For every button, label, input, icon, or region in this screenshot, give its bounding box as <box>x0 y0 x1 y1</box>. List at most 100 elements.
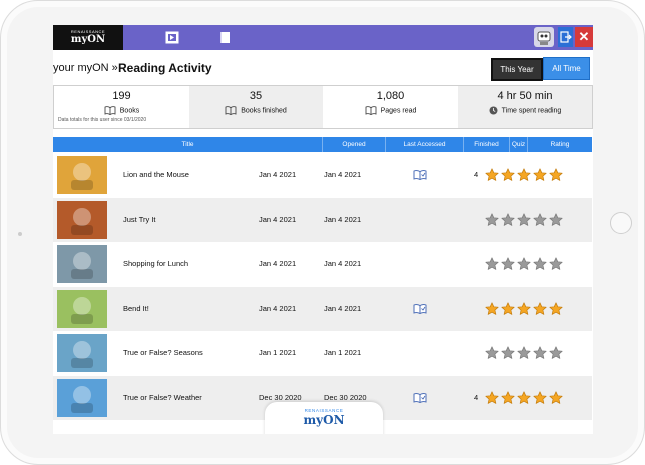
star-filled-icon[interactable] <box>533 390 547 405</box>
last-accessed-date: Jan 4 2021 <box>324 303 362 313</box>
opened-date: Jan 4 2021 <box>259 303 297 313</box>
breadcrumb[interactable]: your myON » <box>53 62 118 74</box>
star-empty-icon[interactable] <box>485 257 499 271</box>
column-header-opened[interactable]: Opened <box>323 137 386 152</box>
book-icon[interactable] <box>218 31 232 44</box>
finished-book-icon <box>413 303 427 314</box>
book-title[interactable]: True or False? Weather <box>123 376 202 420</box>
star-empty-icon[interactable] <box>533 212 547 227</box>
footer-brand-tab: RENAISSANCE myON <box>265 402 383 434</box>
star-empty-icon[interactable] <box>501 257 515 271</box>
rating-stars[interactable] <box>485 301 565 316</box>
footer-brand-big: myON <box>303 413 345 427</box>
finished-book-icon <box>413 392 427 403</box>
finished-book-icon <box>413 170 427 180</box>
stat-time: 4 hr 50 min Time spent reading <box>458 86 592 128</box>
robot-icon <box>537 31 551 45</box>
table-header: Title Opened Last Accessed Finished Quiz… <box>53 137 592 152</box>
column-header-last-accessed[interactable]: Last Accessed <box>386 137 464 152</box>
book-cover-image[interactable] <box>57 334 107 372</box>
logo-big-text: myON <box>70 34 106 45</box>
rating-stars[interactable] <box>485 212 565 227</box>
table-row[interactable]: Just Try It Jan 4 2021 Jan 4 2021 <box>53 197 592 242</box>
star-empty-icon[interactable] <box>501 346 515 360</box>
star-empty-icon[interactable] <box>549 257 563 271</box>
book-title[interactable]: Shopping for Lunch <box>123 242 188 286</box>
column-header-title[interactable]: Title <box>53 137 323 152</box>
stats-panel: 199 Books Data totals for this user sinc… <box>53 85 593 129</box>
book-cover-image[interactable] <box>57 245 107 283</box>
book-title[interactable]: True or False? Seasons <box>123 331 203 375</box>
book-cover-image[interactable] <box>57 378 107 417</box>
star-empty-icon[interactable] <box>549 346 563 360</box>
star-empty-icon[interactable] <box>485 346 499 360</box>
rating-stars[interactable] <box>485 346 565 360</box>
table-row[interactable]: Shopping for Lunch Jan 4 2021 Jan 4 2021 <box>53 242 592 286</box>
book-cover-image[interactable] <box>57 289 107 328</box>
rating-stars[interactable] <box>485 168 565 182</box>
stat-pages-read-value: 1,080 <box>376 90 405 102</box>
star-filled-icon[interactable] <box>533 168 547 182</box>
rating-stars[interactable] <box>485 257 565 271</box>
table-row[interactable]: Lion and the Mouse Jan 4 2021 Jan 4 2021 4 <box>53 153 592 197</box>
book-title[interactable]: Lion and the Mouse <box>123 153 189 197</box>
star-empty-icon[interactable] <box>501 212 515 227</box>
column-header-quiz[interactable]: Quiz <box>510 137 528 152</box>
stat-books-value: 199 <box>112 90 131 102</box>
star-filled-icon[interactable] <box>485 390 499 405</box>
projects-icon[interactable] <box>165 31 179 44</box>
myon-logo[interactable]: RENAISSANCE myON <box>53 25 123 50</box>
book-title[interactable]: Just Try It <box>123 198 156 242</box>
star-filled-icon[interactable] <box>517 168 531 182</box>
stat-books-finished-value: 35 <box>249 90 263 102</box>
column-header-finished[interactable]: Finished <box>464 137 510 152</box>
star-filled-icon[interactable] <box>549 168 563 182</box>
opened-date: Jan 4 2021 <box>259 170 297 179</box>
home-button[interactable] <box>610 212 632 234</box>
opened-date: Jan 1 2021 <box>259 348 297 357</box>
logout-button[interactable] <box>558 27 573 47</box>
star-filled-icon[interactable] <box>517 390 531 405</box>
star-filled-icon[interactable] <box>501 390 515 405</box>
last-accessed-date: Jan 1 2021 <box>324 348 362 357</box>
book-title[interactable]: Bend It! <box>123 287 149 331</box>
star-empty-icon[interactable] <box>533 346 547 360</box>
finished-book-icon <box>225 106 237 115</box>
close-icon[interactable]: ✕ <box>575 27 593 47</box>
this-year-button[interactable]: This Year <box>491 58 543 81</box>
stat-pages-read-label: Pages read <box>380 107 417 115</box>
stat-books-finished: 35 Books finished <box>189 86 323 128</box>
star-filled-icon[interactable] <box>501 168 515 182</box>
star-empty-icon[interactable] <box>549 212 563 227</box>
stat-time-label: Time spent reading <box>501 107 562 115</box>
star-filled-icon[interactable] <box>485 301 499 316</box>
star-filled-icon[interactable] <box>533 301 547 316</box>
star-filled-icon[interactable] <box>501 301 515 316</box>
quiz-score: 4 <box>474 392 479 402</box>
book-cover-image[interactable] <box>57 156 107 194</box>
star-filled-icon[interactable] <box>549 390 563 405</box>
star-empty-icon[interactable] <box>485 212 499 227</box>
star-filled-icon[interactable] <box>549 301 563 316</box>
last-accessed-date: Jan 4 2021 <box>324 259 362 268</box>
column-header-rating[interactable]: Rating <box>528 137 592 152</box>
table-row[interactable]: True or False? Seasons Jan 1 2021 Jan 1 20… <box>53 331 592 375</box>
star-filled-icon[interactable] <box>485 168 499 182</box>
top-nav-bar: RENAISSANCE myON ✕ <box>53 25 593 50</box>
book-cover-image[interactable] <box>57 200 107 239</box>
star-empty-icon[interactable] <box>533 257 547 271</box>
app-screen: RENAISSANCE myON ✕ your myON » Reading A… <box>53 25 593 434</box>
rating-stars[interactable] <box>485 390 565 405</box>
data-totals-note: Data totals for this user since 03/1/202… <box>58 117 147 123</box>
table-row[interactable]: Bend It! Jan 4 2021 Jan 4 2021 <box>53 286 592 331</box>
star-filled-icon[interactable] <box>517 301 531 316</box>
logout-icon <box>560 31 572 43</box>
camera <box>18 232 22 236</box>
last-accessed-date: Jan 4 2021 <box>324 170 362 179</box>
star-empty-icon[interactable] <box>517 212 531 227</box>
star-empty-icon[interactable] <box>517 346 531 360</box>
star-empty-icon[interactable] <box>517 257 531 271</box>
avatar[interactable] <box>534 27 554 47</box>
all-time-button[interactable]: All Time <box>543 57 590 80</box>
last-accessed-date: Jan 4 2021 <box>324 214 362 224</box>
